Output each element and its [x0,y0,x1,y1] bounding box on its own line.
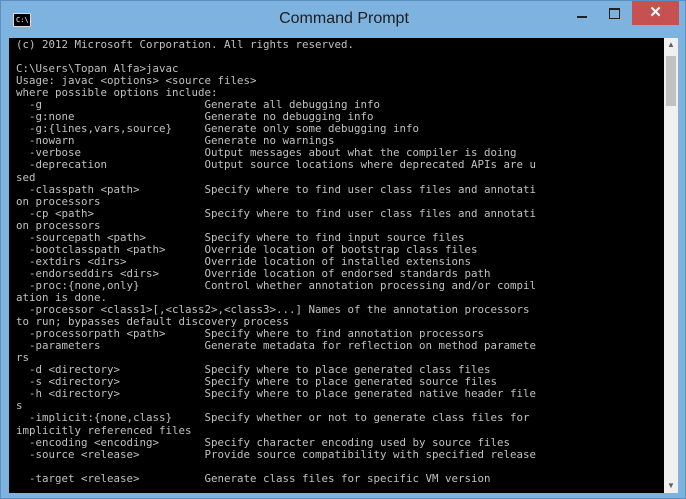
console-line: implicitly referenced files [16,423,192,437]
console-line: -target <release> Generate class files f… [16,471,491,485]
console-line: -h <directory> Specify where to place ge… [16,387,537,401]
console-output: (c) 2012 Microsoft Corporation. All righ… [16,39,656,493]
console-line: -proc:{none,only} Control whether annota… [16,278,537,292]
console-line: -cp <path> Specify where to find user cl… [16,206,537,220]
console-line: -sourcepath <path> Specify where to find… [16,230,465,244]
console-line: sed [16,170,36,184]
console-line: -classpath <path> Specify where to find … [16,182,537,196]
close-icon: ✕ [649,4,662,21]
maximize-icon [609,8,620,19]
scroll-up-arrow-icon[interactable]: ▲ [664,38,678,52]
console-line: -encoding <encoding> Specify character e… [16,435,511,449]
console-line: -parameters Generate metadata for reflec… [16,339,537,353]
console-line: (c) 2012 Microsoft Corporation. All righ… [16,39,355,51]
maximize-button[interactable] [598,1,630,25]
console-line: on processors [16,194,101,208]
scrollbar-thumb[interactable] [666,56,676,106]
minimize-button[interactable] [566,1,598,25]
command-prompt-window: C:\. Command Prompt ✕ (c) 2012 Microsoft… [0,0,686,499]
vertical-scrollbar[interactable]: ▲ ▼ [664,38,678,493]
console-line: -source <release> Provide source compati… [16,447,537,461]
console-line: -implicit:{none,class} Specify whether o… [16,411,530,425]
console-line: on processors [16,218,101,232]
console-area[interactable]: (c) 2012 Microsoft Corporation. All righ… [9,38,678,493]
minimize-icon [577,16,587,18]
close-button[interactable]: ✕ [632,1,679,25]
title-bar[interactable]: C:\. Command Prompt ✕ [1,1,686,37]
console-line: -deprecation Output source locations whe… [16,158,537,172]
scroll-down-arrow-icon[interactable]: ▼ [664,479,678,493]
